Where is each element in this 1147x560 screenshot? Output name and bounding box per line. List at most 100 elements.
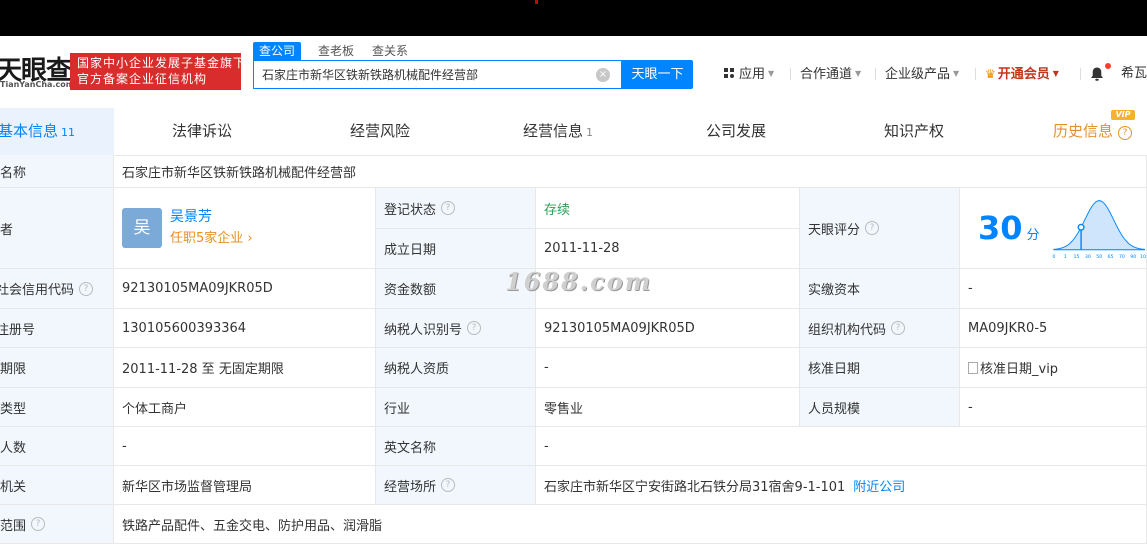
slogan-line-2: 官方备案企业征信机构 bbox=[77, 72, 208, 86]
nav-vip[interactable]: ♛ 开通会员 ▼ bbox=[985, 66, 1059, 83]
help-icon[interactable]: ? bbox=[31, 517, 46, 531]
label-text: 人员规模 bbox=[808, 401, 861, 417]
label-staff: 人数 bbox=[0, 427, 114, 466]
label-score: 天眼评分? bbox=[800, 188, 960, 269]
score-unit: 分 bbox=[1026, 227, 1040, 243]
tab-risk[interactable]: 经营风险 bbox=[350, 121, 410, 141]
value-score: 30 分 0 1 15 30 50 65 70 90 100 bbox=[960, 188, 1147, 269]
label-approve-date: 核准日期 bbox=[800, 348, 960, 388]
label-authority: 机关 bbox=[0, 466, 114, 505]
company-name: 石家庄市新华区铁新铁路机械配件经营部 bbox=[122, 165, 357, 181]
label-taxpayer-id: 纳税人识别号? bbox=[376, 309, 536, 348]
search-tab-boss[interactable]: 查老板 bbox=[318, 42, 354, 60]
nav-enterprise[interactable]: 企业级产品 ▼ bbox=[885, 66, 959, 83]
score-tick-label: 70 bbox=[1118, 254, 1124, 260]
label-text: 人数 bbox=[0, 440, 27, 456]
tab-label: 基本信息 bbox=[0, 122, 59, 140]
score-tick-label: 1 bbox=[1063, 254, 1066, 260]
label-reg-status: 登记状态? bbox=[376, 188, 536, 229]
site-header: 天眼查 TianYanCha.com 国家中小企业发展子基金旗下 官方备案企业征… bbox=[0, 36, 1147, 109]
legal-rep-info: 吴景芳 任职5家企业 › bbox=[170, 207, 253, 249]
tab-development[interactable]: 公司发展 bbox=[706, 121, 766, 141]
label-text: 者 bbox=[0, 222, 14, 238]
slogan-line-1: 国家中小企业发展子基金旗下 bbox=[77, 56, 247, 70]
staff-size: - bbox=[968, 399, 973, 415]
label-text: 行业 bbox=[384, 401, 411, 417]
help-icon[interactable]: ? bbox=[79, 281, 94, 296]
score-tick-label: 65 bbox=[1107, 254, 1113, 260]
vip-badge: VIP bbox=[1111, 110, 1135, 120]
score-tick-label: 0 bbox=[1052, 254, 1055, 260]
value-staff: - bbox=[114, 427, 376, 466]
tab-label: 历史信息 bbox=[1053, 122, 1114, 140]
address: 石家庄市新华区宁安街路北石铁分局31宿舍9-1-101 bbox=[544, 479, 846, 495]
label-credit-code: 社会信用代码? bbox=[0, 269, 114, 309]
company-type: 个体工商户 bbox=[122, 401, 188, 417]
tab-ip[interactable]: 知识产权 bbox=[884, 121, 944, 141]
tab-basic-info[interactable]: 基本信息 11 bbox=[0, 121, 75, 143]
help-icon[interactable]: ? bbox=[865, 221, 880, 235]
found-date: 2011-11-28 bbox=[544, 241, 620, 256]
help-icon[interactable]: ? bbox=[467, 321, 482, 335]
label-text: 核准日期 bbox=[808, 362, 861, 377]
legal-rep-name[interactable]: 吴景芳 bbox=[170, 207, 253, 227]
tab-operation[interactable]: 经营信息 1 bbox=[523, 121, 593, 143]
value-en-name: - bbox=[536, 427, 1147, 466]
help-icon[interactable]: ? bbox=[891, 321, 906, 335]
nav-divider bbox=[1080, 68, 1081, 80]
nav-vip-label: 开通会员 bbox=[997, 67, 1050, 82]
label-address: 经营场所? bbox=[376, 466, 536, 505]
staff-count: - bbox=[122, 438, 127, 454]
caret-down-icon: ▼ bbox=[953, 69, 960, 78]
tab-history[interactable]: 历史信息? bbox=[1053, 121, 1133, 141]
nav-user[interactable]: 希瓦 bbox=[1121, 66, 1147, 82]
value-taxpayer-id: 92130105MA09JKR05D bbox=[536, 309, 800, 348]
tab-legal[interactable]: 法律诉讼 bbox=[172, 121, 232, 141]
help-icon[interactable]: ? bbox=[441, 478, 456, 492]
tab-label: 公司发展 bbox=[706, 122, 767, 140]
search-tab-relation[interactable]: 查关系 bbox=[372, 42, 408, 60]
value-approve-date: 核准日期_vip bbox=[960, 348, 1147, 388]
english-name: - bbox=[544, 438, 549, 454]
slogan-banner: 国家中小企业发展子基金旗下 官方备案企业征信机构 bbox=[70, 53, 247, 90]
help-icon[interactable]: ? bbox=[441, 201, 456, 215]
positions-text: 任职5家企业 bbox=[170, 231, 244, 246]
score-marker-dot bbox=[1077, 223, 1085, 231]
tab-count: 1 bbox=[586, 126, 594, 139]
label-industry: 行业 bbox=[376, 388, 536, 427]
red-dot bbox=[535, 0, 538, 4]
search-input[interactable] bbox=[262, 61, 592, 88]
crown-icon: ♛ bbox=[985, 67, 996, 81]
tab-label: 法律诉讼 bbox=[172, 122, 233, 140]
value-legal-rep: 吴 吴景芳 任职5家企业 › bbox=[114, 188, 376, 269]
label-text: 期限 bbox=[0, 362, 27, 377]
bell-icon[interactable] bbox=[1089, 66, 1105, 82]
label-text: 注册号 bbox=[0, 322, 36, 338]
label-org-code: 组织机构代码? bbox=[800, 309, 960, 348]
org-code: MA09JKR0-5 bbox=[968, 320, 1048, 336]
search-tab-company[interactable]: 查公司 bbox=[253, 42, 302, 60]
value-address: 石家庄市新华区宁安街路北石铁分局31宿舍9-1-101 附近公司 bbox=[536, 466, 1147, 505]
label-text: 组织机构代码 bbox=[808, 322, 887, 338]
nav-apps[interactable]: 应用 ▼ bbox=[724, 66, 774, 83]
score-tick-label: 100 bbox=[1140, 254, 1146, 260]
nearby-companies-link[interactable]: 附近公司 bbox=[853, 476, 905, 495]
nav-divider bbox=[875, 68, 876, 80]
help-icon[interactable]: ? bbox=[1118, 126, 1133, 140]
top-black-bar bbox=[0, 0, 1147, 36]
legal-rep-positions[interactable]: 任职5家企业 › bbox=[170, 229, 253, 249]
search-button[interactable]: 天眼一下 bbox=[622, 60, 693, 89]
avatar[interactable]: 吴 bbox=[122, 208, 162, 248]
reg-no: 130105600393364 bbox=[122, 320, 247, 336]
label-text: 纳税人资质 bbox=[384, 362, 450, 377]
label-found-date: 成立日期 bbox=[376, 229, 536, 269]
nav-cooperation-label: 合作通道 bbox=[800, 67, 853, 82]
score-chart[interactable]: 0 1 15 30 50 65 70 90 100 bbox=[1052, 193, 1146, 263]
label-text: 机关 bbox=[0, 479, 27, 495]
nav-cooperation[interactable]: 合作通道 ▼ bbox=[800, 66, 861, 83]
label-text: 实缴资本 bbox=[808, 283, 861, 298]
tab-count: 11 bbox=[61, 126, 76, 139]
label-text: 社会信用代码 bbox=[0, 283, 75, 298]
clear-icon[interactable]: × bbox=[596, 68, 610, 82]
label-legal-rep: 者 bbox=[0, 188, 114, 269]
